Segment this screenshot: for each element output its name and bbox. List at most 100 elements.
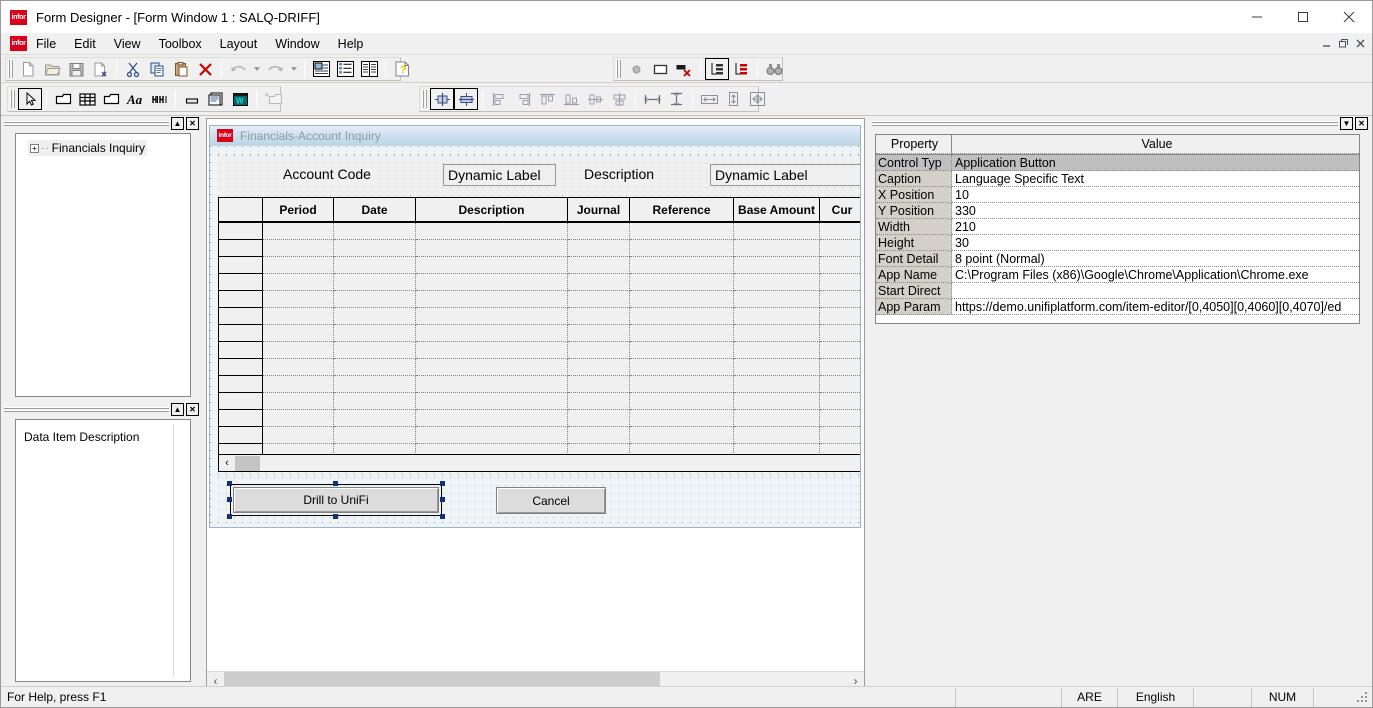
maximize-icon[interactable] (1280, 1, 1326, 33)
data-grid-cell[interactable] (734, 359, 820, 376)
toolbar-grip-icon[interactable] (9, 90, 16, 108)
text-label-icon[interactable]: Aa (123, 88, 147, 110)
data-grid-cell[interactable] (416, 410, 568, 427)
data-grid-cell[interactable] (568, 410, 630, 427)
data-grid-cell[interactable] (568, 376, 630, 393)
selection-handle-s[interactable] (333, 514, 338, 519)
grid-col-reference[interactable]: Reference (630, 198, 734, 221)
data-grid-cell[interactable] (734, 291, 820, 308)
data-grid-cell[interactable] (568, 427, 630, 444)
size-height-icon[interactable] (721, 88, 745, 110)
rich-text-icon[interactable] (204, 88, 228, 110)
grid-col-currency[interactable]: Cur (820, 198, 860, 221)
data-grid-cell[interactable] (568, 291, 630, 308)
data-grid-row[interactable] (219, 342, 860, 359)
data-grid-row-header[interactable] (219, 342, 263, 359)
panel-gripper-icon[interactable] (872, 120, 1338, 127)
value-column-header[interactable]: Value (952, 135, 1359, 154)
selection-handle-n[interactable] (333, 481, 338, 486)
description-label[interactable]: Description (581, 166, 658, 182)
data-grid-cell[interactable] (334, 308, 416, 325)
data-grid-cell[interactable] (263, 274, 334, 291)
property-name[interactable]: Caption (876, 171, 952, 187)
data-grid-cell[interactable] (416, 444, 568, 454)
data-grid-row-header[interactable] (219, 325, 263, 342)
data-grid-cell[interactable] (734, 257, 820, 274)
data-grid-row[interactable] (219, 325, 860, 342)
data-grid-cell[interactable] (820, 427, 860, 444)
redo-arrow-icon[interactable] (263, 58, 287, 80)
data-grid-row-header[interactable] (219, 308, 263, 325)
space-vertical-icon[interactable] (664, 88, 688, 110)
data-grid-cell[interactable] (263, 444, 334, 454)
data-grid-cell[interactable] (263, 342, 334, 359)
property-name[interactable]: Height (876, 235, 952, 251)
data-grid-cell[interactable] (568, 223, 630, 240)
data-grid-row-header[interactable] (219, 444, 263, 454)
data-grid-cell[interactable] (820, 274, 860, 291)
save-disk-icon[interactable] (64, 58, 88, 80)
redo-dropdown-icon[interactable] (287, 58, 300, 80)
data-grid-cell[interactable] (568, 325, 630, 342)
menu-window[interactable]: Window (266, 34, 328, 54)
property-name[interactable]: Font Detail (876, 251, 952, 267)
grid-col-date[interactable]: Date (334, 198, 416, 221)
property-name[interactable]: Width (876, 219, 952, 235)
property-value[interactable]: 210 (952, 219, 1359, 235)
data-grid-row[interactable] (219, 308, 860, 325)
data-grid-row[interactable] (219, 359, 860, 376)
data-grid-row[interactable] (219, 240, 860, 257)
panel-icon[interactable] (51, 88, 75, 110)
undo-dropdown-icon[interactable] (250, 58, 263, 80)
data-grid-cell[interactable] (263, 257, 334, 274)
space-horizontal-icon[interactable] (640, 88, 664, 110)
toolbar-grip-icon[interactable] (615, 60, 622, 78)
data-grid-cell[interactable] (734, 376, 820, 393)
data-grid-cell[interactable] (734, 240, 820, 257)
grid-col-journal[interactable]: Journal (568, 198, 630, 221)
property-name[interactable]: Y Position (876, 203, 952, 219)
data-grid-cell[interactable] (416, 325, 568, 342)
rectangle-icon[interactable] (648, 58, 672, 80)
align-left-icon[interactable] (487, 88, 511, 110)
size-width-icon[interactable] (697, 88, 721, 110)
menu-toolbox[interactable]: Toolbox (150, 34, 211, 54)
data-grid-cell[interactable] (568, 342, 630, 359)
property-value[interactable]: Application Button (952, 155, 1359, 171)
tree-indent-right-icon[interactable] (729, 58, 753, 80)
panel-collapse-button[interactable]: ▲ (171, 403, 184, 416)
grid-col-rowheader[interactable] (219, 198, 263, 221)
data-grid-row[interactable] (219, 257, 860, 274)
data-grid-row-header[interactable] (219, 427, 263, 444)
data-grid-cell[interactable] (734, 274, 820, 291)
data-grid-row[interactable] (219, 427, 860, 444)
data-grid-cell[interactable] (820, 240, 860, 257)
tab-folder-icon[interactable] (99, 88, 123, 110)
data-grid-cell[interactable] (630, 325, 734, 342)
data-grid-cell[interactable] (416, 427, 568, 444)
data-grid-row[interactable] (219, 444, 860, 454)
data-grid-row-header[interactable] (219, 359, 263, 376)
field-hh-icon[interactable] (147, 88, 171, 110)
data-grid-cell[interactable] (734, 410, 820, 427)
grid-scroll-thumb[interactable] (235, 455, 260, 471)
properties-close-button[interactable]: ✕ (1355, 117, 1368, 130)
property-row[interactable]: Caption Language Specific Text (876, 171, 1359, 187)
selection-handle-nw[interactable] (227, 481, 232, 486)
data-grid-cell[interactable] (568, 308, 630, 325)
property-column-header[interactable]: Property (876, 135, 952, 154)
data-grid-cell[interactable] (263, 308, 334, 325)
data-grid-cell[interactable] (630, 393, 734, 410)
copy-icon[interactable] (145, 58, 169, 80)
data-grid-cell[interactable] (568, 274, 630, 291)
data-grid-row[interactable] (219, 291, 860, 308)
web-control-icon[interactable]: W (228, 88, 252, 110)
data-grid-cell[interactable] (334, 223, 416, 240)
cancel-button[interactable]: Cancel (496, 487, 606, 514)
data-grid-row[interactable] (219, 274, 860, 291)
data-grid-cell[interactable] (630, 223, 734, 240)
data-grid-cell[interactable] (820, 223, 860, 240)
form-properties-icon[interactable] (309, 58, 333, 80)
data-grid-cell[interactable] (630, 274, 734, 291)
toolbar-grip-icon[interactable] (7, 60, 14, 78)
